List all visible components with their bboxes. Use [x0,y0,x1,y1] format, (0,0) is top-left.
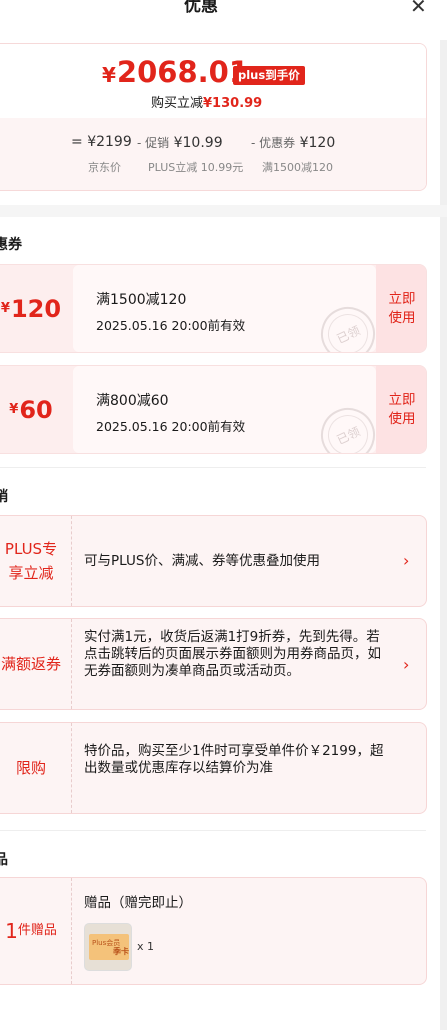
price-breakdown [0,118,426,190]
close-icon[interactable]: ✕ [410,0,427,18]
breakdown-coupon: - 优惠券 ¥120 [251,134,335,151]
promo-row-limit: 限购 特价品，购买至少1件时可享受单件价￥2199，超出数量或优惠库存以结算价为… [0,722,427,814]
dashed-divider [71,516,72,606]
reduce-amount: ¥130.99 [203,96,263,111]
coupon-body: 满1500减120 2025.05.16 20:00前有效 已领 [73,265,384,352]
promo-section-title: 销 [0,489,8,505]
promo-text: 可与PLUS价、满减、券等优惠叠加使用 [84,553,320,569]
promo-label-text: 限购 [15,759,46,777]
breakdown-caption: PLUS立减 10.99元 [148,161,244,174]
breakdown-prefix: - 优惠券 [251,136,296,150]
promo-label: 限购 [0,723,71,813]
panel-header: 优惠 ✕ [0,0,447,22]
divider [0,467,426,468]
plus-price-badge: plus到手价 [233,66,305,85]
coupon-card: ¥120 满1500减120 2025.05.16 20:00前有效 已领 立即… [0,264,427,353]
scroll-track[interactable] [440,40,447,1030]
coupon-section-title: 惠券 [0,237,22,253]
gift-label: 1 件赠品 [0,878,71,984]
coupon-card: ¥60 满800减60 2025.05.16 20:00前有效 已领 立即 使用 [0,365,427,454]
coupon-validity: 2025.05.16 20:00前有效 [96,318,246,333]
gift-card-image: Plus会员 季卡 [89,934,129,960]
reduce-line: 购买立减¥130.99 [151,92,262,111]
claimed-stamp: 已领 [312,298,384,352]
promo-label-text: PLUS专 享立减 [4,540,58,582]
dashed-divider [71,878,72,984]
reduce-label: 购买立减 [151,96,204,111]
use-coupon-button[interactable]: 立即 使用 [376,366,426,453]
claimed-stamp: 已领 [312,399,384,453]
final-price-area: ¥2068.01 plus到手价 购买立减¥130.99 [0,44,426,118]
section-separator [0,205,447,217]
divider [0,830,426,831]
use-coupon-label: 立即 使用 [388,290,416,326]
breakdown-jd-price: = ¥2199 [71,134,132,150]
currency-symbol: ¥ [9,402,19,417]
gift-row: 1 件赠品 赠品（赠完即止） Plus会员 季卡 x 1 [0,877,427,985]
dashed-divider [71,723,72,813]
chevron-right-icon[interactable]: › [403,655,409,674]
final-price-value: 2068.01 [116,55,250,89]
promo-row-coupon-return[interactable]: 满额返券 实付满1元，收货后返满1打9折券，先到先得。若点击跳转后的页面展示券面… [0,618,427,710]
coupon-amount: ¥120 [0,265,71,352]
gift-section-title: 品 [0,852,8,868]
stamp-text: 已领 [334,424,363,447]
final-price: ¥2068.01 [102,55,249,89]
breakdown-value: ¥10.99 [173,135,223,151]
panel-title: 优惠 [184,0,218,16]
coupon-title: 满1500减120 [96,292,187,308]
coupon-amount-value: 60 [19,395,53,424]
currency-symbol: ¥ [0,301,10,316]
promo-label-text: 满额返券 [0,655,61,673]
gift-label-text: 件赠品 [17,923,57,938]
use-coupon-label: 立即 使用 [388,391,416,427]
stamp-text: 已领 [334,323,363,346]
use-coupon-button[interactable]: 立即 使用 [376,265,426,352]
breakdown-caption: 满1500减120 [262,161,333,174]
promo-text: 实付满1元，收货后返满1打9折券，先到先得。若点击跳转后的页面展示券面额则为用券… [84,629,381,679]
coupon-title: 满800减60 [96,393,169,409]
promo-label: PLUS专 享立减 [0,516,71,606]
breakdown-prefix: - 促销 [137,136,170,150]
gift-title: 赠品（赠完即止） [84,895,192,911]
gift-count: 1 [5,919,18,943]
coupon-amount: ¥60 [0,366,71,453]
price-summary-card: ¥2068.01 plus到手价 购买立减¥130.99 = ¥2199 - 促… [0,43,427,191]
gift-card-text: 季卡 [113,947,129,956]
dashed-divider [71,619,72,709]
promo-text: 特价品，购买至少1件时可享受单件价￥2199，超出数量或优惠库存以结算价为准 [84,743,384,776]
coupon-amount-value: 120 [10,294,62,323]
breakdown-value: ¥120 [299,135,336,151]
promo-label: 满额返券 [0,619,71,709]
breakdown-promo: - 促销 ¥10.99 [137,134,223,151]
gift-quantity: x 1 [137,940,155,953]
gift-thumbnail[interactable]: Plus会员 季卡 [84,923,132,971]
currency-symbol: ¥ [102,63,116,87]
chevron-right-icon[interactable]: › [403,551,409,570]
breakdown-value: ¥2199 [87,134,132,150]
coupon-validity: 2025.05.16 20:00前有效 [96,419,246,434]
coupon-body: 满800减60 2025.05.16 20:00前有效 已领 [73,366,384,453]
breakdown-prefix: = [71,134,83,150]
promo-row-plus[interactable]: PLUS专 享立减 可与PLUS价、满减、券等优惠叠加使用 › [0,515,427,607]
breakdown-caption: 京东价 [88,161,121,174]
